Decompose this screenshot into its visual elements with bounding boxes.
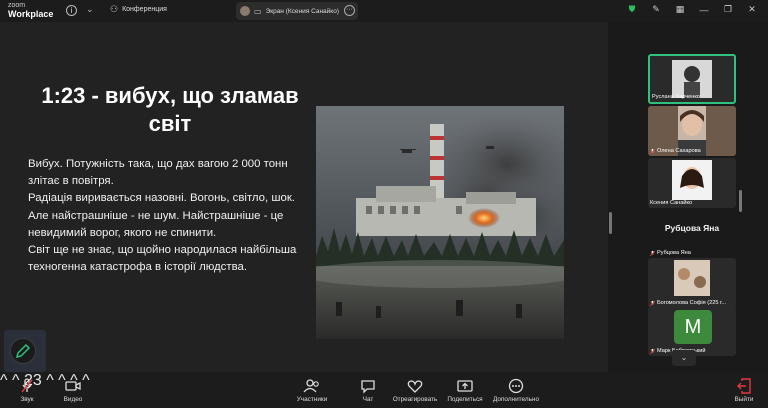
video-tile[interactable]: Олена Сахарова — [648, 106, 736, 156]
video-tile[interactable]: Ксения Санайко — [648, 158, 736, 208]
screen-share-tab[interactable]: ▭ Экран (Ксения Санайко) — [236, 2, 358, 20]
leave-icon — [737, 378, 751, 394]
leave-label: Выйти — [734, 396, 754, 403]
chat-icon — [361, 380, 375, 394]
split-resize-handle[interactable] — [609, 212, 612, 234]
presentation-slide: 1:23 - вибух, що зламав світ Вибух. Поту… — [0, 22, 608, 372]
slide-body: Вибух. Потужність така, що дах вагою 2 0… — [28, 156, 306, 276]
tile-name: Олена Сахарова — [650, 148, 701, 154]
slide-paragraph: Вибух. Потужність така, що дах вагою 2 0… — [28, 158, 288, 188]
slide-paragraph: Але найстрашніше - не шум. Найстрашніше … — [28, 209, 284, 239]
share-button[interactable]: Поделиться — [446, 372, 484, 408]
participants-label: Участники — [296, 396, 328, 403]
more-label: Дополнительно — [493, 396, 539, 403]
info-icon[interactable]: i — [66, 5, 77, 16]
tile-name: Руслана Харченко — [652, 94, 700, 100]
react-button[interactable]: Отреагировать — [392, 372, 438, 408]
shield-icon[interactable]: ⛊ — [626, 4, 638, 15]
more-dots-icon — [508, 378, 524, 394]
mute-label: Звук — [20, 396, 34, 403]
leave-button[interactable]: Выйти — [730, 372, 758, 408]
mic-off-icon — [650, 348, 655, 354]
video-tile[interactable]: Богомолова Софія (225 г... — [648, 258, 736, 308]
slide-title: 1:23 - вибух, що зламав світ — [41, 83, 299, 136]
people-icon: ⚇ — [110, 4, 119, 14]
conference-label: Конференция — [122, 6, 167, 13]
react-label: Отреагировать — [392, 396, 438, 403]
zoom-window: zoom Workplace i ⌄ ⚇ Конференция ▭ Экран… — [0, 0, 768, 408]
more-button[interactable]: Дополнительно — [492, 372, 540, 408]
tile-name: Рубцова Яна — [650, 250, 691, 256]
participant-gallery: Руслана Харченко Олена Сахарова Ксения С… — [616, 22, 768, 372]
heart-smile-icon — [407, 380, 423, 393]
name-tile[interactable]: Рубцова Яна — [648, 208, 736, 258]
mute-options-caret[interactable]: ^ — [0, 372, 8, 389]
video-tile[interactable]: M Марк Бобровський — [648, 306, 736, 356]
participants-icon — [303, 379, 319, 393]
zoom-logo: zoom Workplace — [8, 2, 54, 19]
video-button[interactable]: Видео — [58, 372, 88, 408]
slide-paragraph: Радіація виривається назовні. Вогонь, св… — [28, 192, 295, 205]
avatar: M — [674, 310, 712, 344]
mic-off-icon — [21, 378, 33, 393]
more-icon[interactable]: ··· — [344, 5, 355, 16]
pencil-icon — [15, 343, 31, 359]
mic-off-icon — [650, 300, 655, 306]
conference-tab[interactable]: ⚇ Конференция — [110, 4, 167, 15]
close-icon[interactable]: ✕ — [746, 4, 758, 15]
gallery-scroll-down-button[interactable]: ⌄ — [672, 350, 696, 366]
mute-button[interactable]: Звук — [12, 372, 42, 408]
chevron-down-icon[interactable]: ⌄ — [86, 4, 94, 15]
participants-button[interactable]: Участники — [294, 372, 330, 408]
avatar — [240, 6, 250, 16]
gallery-scrollbar[interactable] — [739, 190, 742, 212]
mic-off-icon — [650, 148, 655, 154]
slide-paragraph: Світ ще не знає, що щойно народилася най… — [28, 244, 297, 274]
share-label: Поделиться — [447, 396, 483, 403]
meeting-toolbar: Звук ^ Видео ^ Участники 23 ^ Чат ^ Отре… — [0, 372, 768, 408]
power-plant-explosion-image — [316, 106, 564, 339]
mic-off-icon — [650, 250, 655, 256]
tile-name: Ксения Санайко — [650, 200, 693, 206]
restore-icon[interactable]: ❐ — [722, 4, 734, 15]
window-controls: ⛊ ✎ ▦ — ❐ ✕ — [626, 4, 758, 15]
annotate-button[interactable] — [4, 330, 46, 372]
video-tile[interactable]: Руслана Харченко — [648, 54, 736, 104]
brand-workplace: Workplace — [8, 9, 54, 19]
title-bar: zoom Workplace i ⌄ ⚇ Конференция ▭ Экран… — [0, 0, 768, 22]
video-label: Видео — [63, 396, 83, 403]
participants-options-caret[interactable]: ^ — [46, 372, 54, 389]
video-camera-icon — [65, 381, 81, 391]
share-screen-icon — [457, 380, 473, 392]
minimize-icon[interactable]: — — [698, 5, 710, 15]
shared-screen: 1:23 - вибух, що зламав світ Вибух. Поту… — [0, 22, 612, 372]
view-grid-icon[interactable]: ▦ — [674, 4, 686, 15]
edit-icon[interactable]: ✎ — [650, 4, 662, 15]
chat-label: Чат — [362, 396, 374, 403]
chat-button[interactable]: Чат — [356, 372, 380, 408]
screen-share-label: Экран (Ксения Санайко) — [265, 7, 339, 15]
screen-icon: ▭ — [254, 6, 262, 16]
